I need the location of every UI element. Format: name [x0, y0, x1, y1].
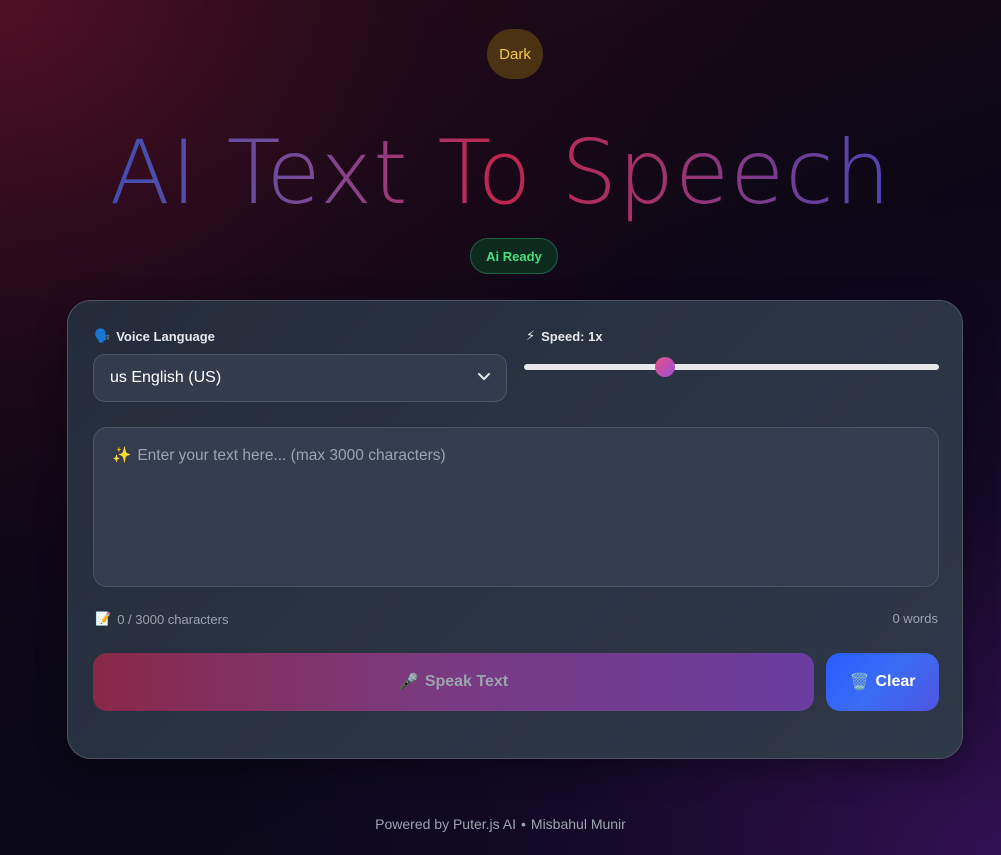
speed-label-text: Speed: 1x [541, 328, 603, 344]
footer: Powered by Puter.js AI • Misbahul Munir [0, 816, 1001, 832]
text-input-placeholder: Enter your text here... (max 3000 charac… [137, 447, 446, 464]
theme-toggle-label: Dark [499, 45, 531, 63]
tts-card: 🗣️ Voice Language us English (US) ⚡ Spee… [67, 300, 963, 759]
memo-icon: 📝 [95, 611, 112, 626]
wastebasket-icon: 🗑️ [849, 674, 870, 691]
speak-text-button[interactable]: 🎤 Speak Text [93, 653, 814, 711]
voice-language-selected: us English (US) [110, 369, 222, 386]
status-badge: Ai Ready [470, 238, 558, 274]
sparkles-icon: ✨ [112, 447, 132, 464]
speed-slider[interactable] [524, 357, 939, 377]
microphone-icon: 🎤 [398, 674, 419, 691]
word-count: 0 words [892, 611, 938, 626]
speaking-head-icon: 🗣️ [94, 328, 111, 343]
clear-label: Clear [875, 673, 916, 690]
theme-toggle-button[interactable]: Dark [487, 29, 543, 79]
footer-powered: Powered by Puter.js AI [375, 816, 516, 832]
page-title: AI Text To Speech [109, 121, 892, 224]
voice-language-select[interactable]: us English (US) [93, 354, 507, 402]
text-input[interactable]: ✨ Enter your text here... (max 3000 chara… [93, 427, 939, 587]
speed-label: ⚡ Speed: 1x [526, 328, 603, 344]
chevron-down-icon [478, 372, 490, 384]
speak-text-label: Speak Text [424, 673, 509, 690]
speed-slider-thumb[interactable] [655, 357, 676, 377]
lightning-icon: ⚡ [526, 328, 536, 343]
voice-language-label-text: Voice Language [116, 328, 215, 344]
character-count: 📝 0 / 3000 characters [95, 611, 228, 627]
clear-button[interactable]: 🗑️ Clear [826, 653, 939, 711]
footer-author: Misbahul Munir [530, 816, 626, 832]
character-count-text: 0 / 3000 characters [117, 611, 229, 627]
voice-language-label: 🗣️ Voice Language [94, 328, 215, 344]
footer-separator: • [521, 816, 526, 832]
status-badge-label: Ai Ready [486, 248, 542, 264]
